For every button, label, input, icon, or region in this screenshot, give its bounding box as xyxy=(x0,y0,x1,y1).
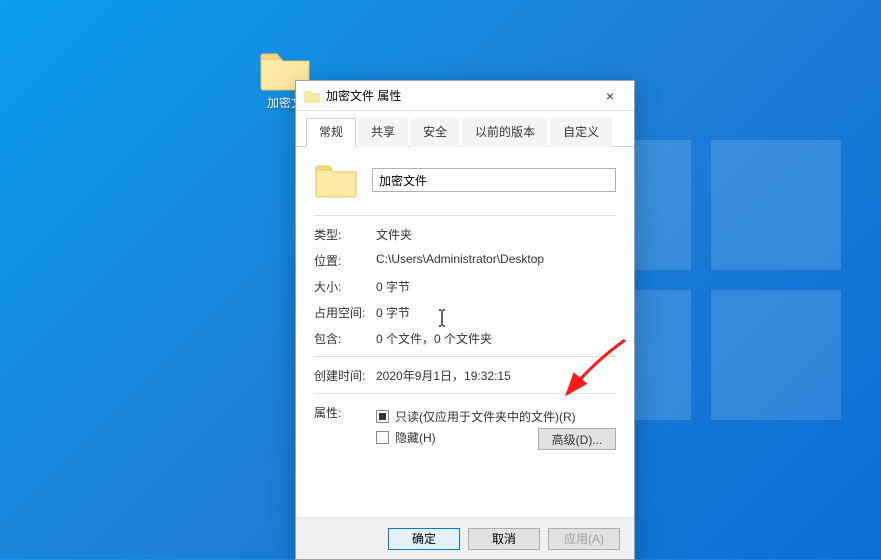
label-type: 类型: xyxy=(314,226,376,243)
divider xyxy=(314,215,616,216)
folder-icon xyxy=(304,88,320,104)
properties-dialog: 加密文件 属性 × 常规 共享 安全 以前的版本 自定义 类型: 文件夹 位置:… xyxy=(295,80,635,560)
advanced-button[interactable]: 高级(D)... xyxy=(538,428,616,450)
label-location: 位置: xyxy=(314,252,376,269)
label-size: 大小: xyxy=(314,278,376,295)
checkbox-readonly-label: 只读(仅应用于文件夹中的文件)(R) xyxy=(395,408,576,425)
close-button[interactable]: × xyxy=(590,82,630,110)
value-type: 文件夹 xyxy=(376,226,616,243)
tab-previous-versions[interactable]: 以前的版本 xyxy=(462,118,548,147)
folder-name-input[interactable] xyxy=(372,168,616,192)
value-size: 0 字节 xyxy=(376,278,616,295)
label-contains: 包含: xyxy=(314,330,376,347)
folder-icon xyxy=(314,161,358,199)
tab-security[interactable]: 安全 xyxy=(410,118,460,147)
value-contains: 0 个文件，0 个文件夹 xyxy=(376,330,616,347)
label-created: 创建时间: xyxy=(314,367,376,384)
tab-sharing[interactable]: 共享 xyxy=(358,118,408,147)
tab-general[interactable]: 常规 xyxy=(306,118,356,147)
ok-button[interactable]: 确定 xyxy=(388,528,460,550)
value-created: 2020年9月1日，19:32:15 xyxy=(376,367,616,384)
checkbox-icon xyxy=(376,410,389,423)
label-size-on-disk: 占用空间: xyxy=(314,304,376,321)
divider xyxy=(314,356,616,357)
divider xyxy=(314,393,616,394)
value-size-on-disk: 0 字节 xyxy=(376,304,616,321)
tab-strip: 常规 共享 安全 以前的版本 自定义 xyxy=(296,111,634,147)
dialog-content: 类型: 文件夹 位置: C:\Users\Administrator\Deskt… xyxy=(296,147,634,517)
tab-customize[interactable]: 自定义 xyxy=(550,118,612,147)
titlebar[interactable]: 加密文件 属性 × xyxy=(296,81,634,111)
dialog-title: 加密文件 属性 xyxy=(326,87,590,104)
checkbox-readonly[interactable]: 只读(仅应用于文件夹中的文件)(R) xyxy=(376,408,616,425)
apply-button[interactable]: 应用(A) xyxy=(548,528,620,550)
dialog-footer: 确定 取消 应用(A) xyxy=(296,517,634,559)
value-location: C:\Users\Administrator\Desktop xyxy=(376,252,616,269)
label-attributes: 属性: xyxy=(314,404,376,450)
cancel-button[interactable]: 取消 xyxy=(468,528,540,550)
